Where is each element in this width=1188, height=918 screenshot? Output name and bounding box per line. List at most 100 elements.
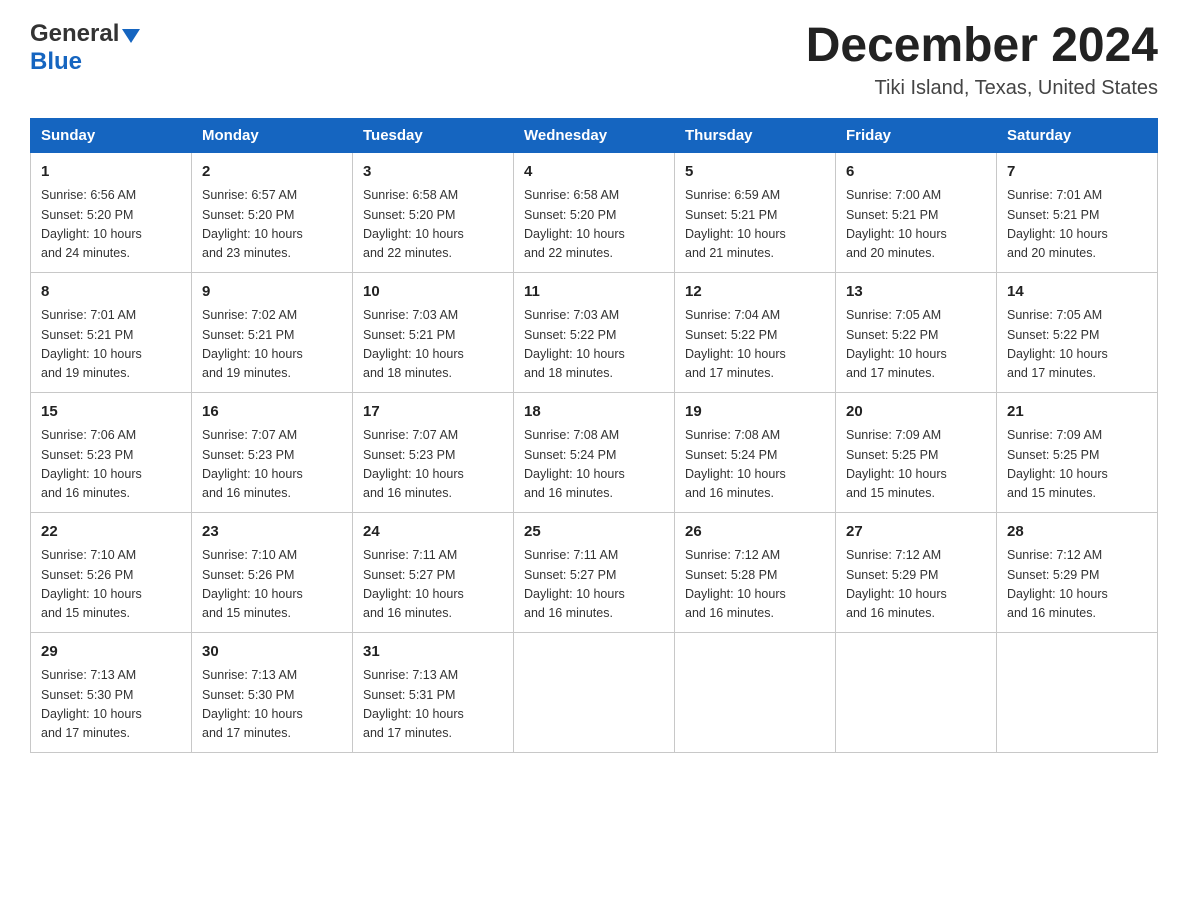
day-info: Sunrise: 7:03 AM Sunset: 5:21 PM Dayligh… xyxy=(363,306,503,384)
col-monday: Monday xyxy=(192,118,353,152)
day-info: Sunrise: 7:12 AM Sunset: 5:29 PM Dayligh… xyxy=(846,546,986,624)
day-info: Sunrise: 7:03 AM Sunset: 5:22 PM Dayligh… xyxy=(524,306,664,384)
day-number: 1 xyxy=(41,161,181,184)
day-info: Sunrise: 7:13 AM Sunset: 5:30 PM Dayligh… xyxy=(41,666,181,744)
table-row: 18Sunrise: 7:08 AM Sunset: 5:24 PM Dayli… xyxy=(514,392,675,512)
day-info: Sunrise: 7:07 AM Sunset: 5:23 PM Dayligh… xyxy=(363,426,503,504)
logo-general-text: General xyxy=(30,20,119,48)
calendar-week-row: 29Sunrise: 7:13 AM Sunset: 5:30 PM Dayli… xyxy=(31,632,1158,752)
day-info: Sunrise: 7:13 AM Sunset: 5:30 PM Dayligh… xyxy=(202,666,342,744)
day-number: 18 xyxy=(524,401,664,424)
day-info: Sunrise: 6:58 AM Sunset: 5:20 PM Dayligh… xyxy=(524,186,664,264)
logo-triangle-icon xyxy=(122,29,140,43)
day-number: 11 xyxy=(524,281,664,304)
day-number: 3 xyxy=(363,161,503,184)
day-number: 25 xyxy=(524,521,664,544)
table-row: 15Sunrise: 7:06 AM Sunset: 5:23 PM Dayli… xyxy=(31,392,192,512)
day-info: Sunrise: 7:05 AM Sunset: 5:22 PM Dayligh… xyxy=(1007,306,1147,384)
day-info: Sunrise: 6:57 AM Sunset: 5:20 PM Dayligh… xyxy=(202,186,342,264)
day-info: Sunrise: 6:58 AM Sunset: 5:20 PM Dayligh… xyxy=(363,186,503,264)
table-row: 27Sunrise: 7:12 AM Sunset: 5:29 PM Dayli… xyxy=(836,512,997,632)
day-info: Sunrise: 7:12 AM Sunset: 5:29 PM Dayligh… xyxy=(1007,546,1147,624)
day-number: 6 xyxy=(846,161,986,184)
table-row: 10Sunrise: 7:03 AM Sunset: 5:21 PM Dayli… xyxy=(353,272,514,392)
col-friday: Friday xyxy=(836,118,997,152)
table-row: 23Sunrise: 7:10 AM Sunset: 5:26 PM Dayli… xyxy=(192,512,353,632)
table-row: 16Sunrise: 7:07 AM Sunset: 5:23 PM Dayli… xyxy=(192,392,353,512)
calendar-week-row: 15Sunrise: 7:06 AM Sunset: 5:23 PM Dayli… xyxy=(31,392,1158,512)
day-number: 10 xyxy=(363,281,503,304)
day-number: 22 xyxy=(41,521,181,544)
table-row: 21Sunrise: 7:09 AM Sunset: 5:25 PM Dayli… xyxy=(997,392,1158,512)
day-number: 30 xyxy=(202,641,342,664)
day-info: Sunrise: 7:07 AM Sunset: 5:23 PM Dayligh… xyxy=(202,426,342,504)
table-row: 11Sunrise: 7:03 AM Sunset: 5:22 PM Dayli… xyxy=(514,272,675,392)
table-row: 9Sunrise: 7:02 AM Sunset: 5:21 PM Daylig… xyxy=(192,272,353,392)
day-number: 2 xyxy=(202,161,342,184)
table-row: 8Sunrise: 7:01 AM Sunset: 5:21 PM Daylig… xyxy=(31,272,192,392)
calendar-week-row: 8Sunrise: 7:01 AM Sunset: 5:21 PM Daylig… xyxy=(31,272,1158,392)
table-row: 29Sunrise: 7:13 AM Sunset: 5:30 PM Dayli… xyxy=(31,632,192,752)
calendar-week-row: 22 Sunrise: 7:10 AM Sunset: 5:26 PM Dayli… xyxy=(31,512,1158,632)
day-info: Sunrise: 7:13 AM Sunset: 5:31 PM Dayligh… xyxy=(363,666,503,744)
table-row: 22Sunrise: 7:10 AM Sunset: 5:26 PM Dayli… xyxy=(31,512,192,632)
day-number: 31 xyxy=(363,641,503,664)
title-block: December 2024 Tiki Island, Texas, United… xyxy=(806,20,1158,100)
day-number: 5 xyxy=(685,161,825,184)
day-info: Sunrise: 7:10 AM Sunset: 5:26 PM Dayligh… xyxy=(202,546,342,624)
table-row: 24Sunrise: 7:11 AM Sunset: 5:27 PM Dayli… xyxy=(353,512,514,632)
day-number: 16 xyxy=(202,401,342,424)
day-info: Sunrise: 7:09 AM Sunset: 5:25 PM Dayligh… xyxy=(846,426,986,504)
table-row: 28Sunrise: 7:12 AM Sunset: 5:29 PM Dayli… xyxy=(997,512,1158,632)
table-row: 5Sunrise: 6:59 AM Sunset: 5:21 PM Daylig… xyxy=(675,152,836,272)
table-row xyxy=(514,632,675,752)
day-number: 9 xyxy=(202,281,342,304)
logo: General Blue xyxy=(30,20,140,76)
day-number: 27 xyxy=(846,521,986,544)
table-row: 19Sunrise: 7:08 AM Sunset: 5:24 PM Dayli… xyxy=(675,392,836,512)
col-wednesday: Wednesday xyxy=(514,118,675,152)
table-row: 31Sunrise: 7:13 AM Sunset: 5:31 PM Dayli… xyxy=(353,632,514,752)
col-thursday: Thursday xyxy=(675,118,836,152)
day-info: Sunrise: 7:09 AM Sunset: 5:25 PM Dayligh… xyxy=(1007,426,1147,504)
day-number: 21 xyxy=(1007,401,1147,424)
day-number: 13 xyxy=(846,281,986,304)
col-tuesday: Tuesday xyxy=(353,118,514,152)
day-info: Sunrise: 7:06 AM Sunset: 5:23 PM Dayligh… xyxy=(41,426,181,504)
table-row: 2Sunrise: 6:57 AM Sunset: 5:20 PM Daylig… xyxy=(192,152,353,272)
table-row xyxy=(675,632,836,752)
day-info: Sunrise: 6:56 AM Sunset: 5:20 PM Dayligh… xyxy=(41,186,181,264)
table-row: 17Sunrise: 7:07 AM Sunset: 5:23 PM Dayli… xyxy=(353,392,514,512)
calendar-title: December 2024 xyxy=(806,20,1158,73)
day-info: Sunrise: 7:12 AM Sunset: 5:28 PM Dayligh… xyxy=(685,546,825,624)
table-row: 26Sunrise: 7:12 AM Sunset: 5:28 PM Dayli… xyxy=(675,512,836,632)
day-info: Sunrise: 7:11 AM Sunset: 5:27 PM Dayligh… xyxy=(363,546,503,624)
day-number: 19 xyxy=(685,401,825,424)
day-info: Sunrise: 7:08 AM Sunset: 5:24 PM Dayligh… xyxy=(524,426,664,504)
calendar-header-row: Sunday Monday Tuesday Wednesday Thursday… xyxy=(31,118,1158,152)
day-number: 8 xyxy=(41,281,181,304)
calendar-subtitle: Tiki Island, Texas, United States xyxy=(806,77,1158,100)
table-row: 1Sunrise: 6:56 AM Sunset: 5:20 PM Daylig… xyxy=(31,152,192,272)
table-row: 14Sunrise: 7:05 AM Sunset: 5:22 PM Dayli… xyxy=(997,272,1158,392)
table-row xyxy=(997,632,1158,752)
day-number: 7 xyxy=(1007,161,1147,184)
day-number: 20 xyxy=(846,401,986,424)
table-row: 6Sunrise: 7:00 AM Sunset: 5:21 PM Daylig… xyxy=(836,152,997,272)
table-row: 30Sunrise: 7:13 AM Sunset: 5:30 PM Dayli… xyxy=(192,632,353,752)
day-number: 26 xyxy=(685,521,825,544)
day-number: 29 xyxy=(41,641,181,664)
day-info: Sunrise: 7:04 AM Sunset: 5:22 PM Dayligh… xyxy=(685,306,825,384)
table-row: 7Sunrise: 7:01 AM Sunset: 5:21 PM Daylig… xyxy=(997,152,1158,272)
day-info: Sunrise: 6:59 AM Sunset: 5:21 PM Dayligh… xyxy=(685,186,825,264)
day-number: 15 xyxy=(41,401,181,424)
col-sunday: Sunday xyxy=(31,118,192,152)
day-info: Sunrise: 7:01 AM Sunset: 5:21 PM Dayligh… xyxy=(1007,186,1147,264)
calendar-week-row: 1Sunrise: 6:56 AM Sunset: 5:20 PM Daylig… xyxy=(31,152,1158,272)
day-number: 23 xyxy=(202,521,342,544)
day-number: 24 xyxy=(363,521,503,544)
day-info: Sunrise: 7:01 AM Sunset: 5:21 PM Dayligh… xyxy=(41,306,181,384)
day-number: 28 xyxy=(1007,521,1147,544)
table-row: 13Sunrise: 7:05 AM Sunset: 5:22 PM Dayli… xyxy=(836,272,997,392)
day-info: Sunrise: 7:08 AM Sunset: 5:24 PM Dayligh… xyxy=(685,426,825,504)
